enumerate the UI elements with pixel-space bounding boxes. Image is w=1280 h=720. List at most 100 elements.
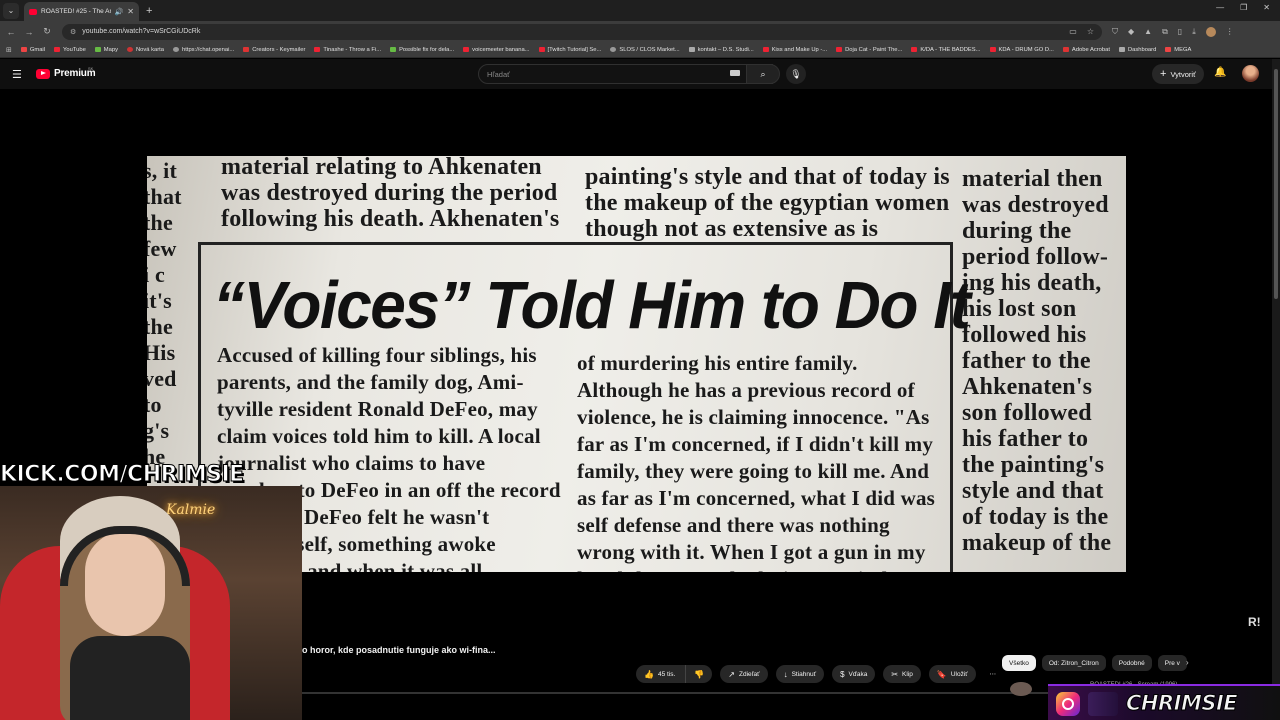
side-panel-icon[interactable]: ▯: [1178, 27, 1182, 36]
youtube-icon: [314, 47, 321, 52]
gmail-icon: [20, 47, 27, 52]
more-menu-icon[interactable]: ⋮: [1226, 27, 1234, 36]
voice-search-button[interactable]: 🎙: [786, 64, 806, 84]
maximize-icon[interactable]: ❐: [1240, 3, 1247, 12]
shield-extension-icon[interactable]: ⛉: [1112, 27, 1118, 37]
like-button[interactable]: 👍 45 tis.: [636, 665, 686, 683]
bookmark-item[interactable]: Tinashe - Throw a Fi...: [314, 47, 381, 53]
create-button[interactable]: + Vytvoriť: [1152, 64, 1204, 84]
bookmark-label: KDA - DRUM GO D...: [998, 46, 1054, 53]
bookmark-icon: 🔖: [936, 669, 947, 679]
channel-watermark-icon[interactable]: R!: [1248, 615, 1261, 629]
chip-related[interactable]: Podobné: [1111, 655, 1152, 671]
dislike-button[interactable]: 👎: [685, 665, 713, 683]
youtube-icon: [54, 47, 61, 52]
search-input[interactable]: Hľadať: [478, 64, 773, 84]
thumbs-up-icon: 👍: [644, 669, 654, 679]
thanks-button[interactable]: $ Vďaka: [832, 665, 876, 683]
puzzle-icon[interactable]: ⧉: [1162, 27, 1168, 37]
forward-icon[interactable]: →: [22, 27, 36, 37]
extension-icon[interactable]: ◆: [1128, 27, 1134, 36]
channel-avatar[interactable]: [1010, 682, 1032, 696]
cast-icon[interactable]: ▭: [1069, 27, 1077, 36]
bottom-divider: [302, 692, 1050, 694]
bookmark-item[interactable]: YouTube: [54, 47, 86, 53]
star-icon[interactable]: ☆: [1087, 27, 1094, 36]
url-text[interactable]: youtube.com/watch?v=wSrCGiUDcRk: [82, 28, 1063, 35]
newspaper-top-left-text: material relating to Ahkenaten was destr…: [221, 156, 560, 232]
browser-tab-strip: ⌄ ROASTED! #25 - The Amity 🔊 ✕ + — ❐ ✕: [0, 0, 1280, 21]
new-tab-button[interactable]: +: [146, 5, 152, 17]
search-button[interactable]: ⌕: [746, 64, 780, 84]
youtube-icon: [836, 47, 843, 52]
keyboard-icon[interactable]: [730, 70, 740, 76]
related-filter-chips: Všetko Od: Zitron_Citron Podobné Pre v: [1002, 655, 1187, 671]
apps-grid-icon[interactable]: ⊞: [6, 46, 12, 54]
more-actions-button[interactable]: ⋯: [984, 665, 1002, 683]
bookmark-item[interactable]: https://chat.openai...: [173, 47, 234, 53]
bookmark-label: kontakt – D.S. Studi...: [697, 46, 754, 53]
scrollbar-thumb[interactable]: [1274, 69, 1278, 299]
speaker-icon[interactable]: 🔊: [115, 8, 124, 16]
download-icon: ↓: [783, 669, 788, 679]
newspaper-left-edge-text: s, it that the few i c it's the His ved …: [147, 158, 182, 469]
bookmark-item[interactable]: Kiss and Make Up -...: [762, 47, 827, 53]
address-bar[interactable]: ⚙ youtube.com/watch?v=wSrCGiUDcRk ▭ ☆: [62, 23, 1102, 40]
thanks-icon: $: [840, 669, 845, 679]
chip-all[interactable]: Všetko: [1002, 655, 1036, 671]
neon-sign: Kalmie: [166, 502, 216, 518]
newspaper-headline: “Voices” Told Him to Do It: [213, 267, 971, 343]
bookmark-item[interactable]: MEGA: [1165, 47, 1191, 53]
chevron-right-icon[interactable]: ›: [1186, 658, 1189, 667]
minimize-icon[interactable]: —: [1216, 3, 1224, 12]
user-avatar[interactable]: [1242, 65, 1259, 82]
profile-avatar[interactable]: [1205, 26, 1216, 37]
tab-search-icon[interactable]: ⌄: [3, 2, 19, 19]
back-icon[interactable]: ←: [4, 27, 18, 37]
clip-button[interactable]: ✂ Klip: [883, 665, 921, 683]
bookmark-item[interactable]: SLOS / CLOS Market...: [610, 46, 680, 53]
bookmark-label: SLOS / CLOS Market...: [619, 46, 680, 53]
page-scrollbar[interactable]: [1272, 59, 1280, 720]
chip-for-you[interactable]: Pre v: [1157, 655, 1187, 671]
close-icon[interactable]: ✕: [127, 7, 134, 16]
reload-icon[interactable]: ↻: [40, 26, 54, 37]
openai-icon: [173, 47, 180, 52]
menu-icon[interactable]: ☰: [12, 68, 22, 81]
notifications-icon[interactable]: 🔔: [1214, 67, 1226, 78]
bookmark-item[interactable]: Mapy: [94, 47, 118, 53]
bookmark-item[interactable]: K/DA - THE BADDES...: [911, 47, 981, 53]
streamer-webcam: Kalmie: [0, 486, 302, 720]
bookmark-item[interactable]: Nová karta: [126, 47, 164, 53]
chrome-icon: [126, 47, 133, 52]
search-icon: ⌕: [760, 68, 766, 79]
bookmark-item[interactable]: Creators - Keymailer: [243, 47, 305, 53]
thumbs-down-icon: 👎: [694, 669, 705, 679]
bookmark-item[interactable]: Doja Cat - Paint The...: [836, 47, 902, 53]
bookmarks-bar: ⊞ Gmail YouTube Mapy Nová karta https://chat…: [0, 42, 1280, 58]
youtube-icon: [989, 47, 996, 52]
browser-tab[interactable]: ROASTED! #25 - The Amity 🔊 ✕: [24, 2, 139, 21]
bookmark-label: Creators - Keymailer: [252, 46, 306, 53]
mic-icon: 🎙: [790, 68, 802, 79]
youtube-icon: [911, 47, 918, 52]
bookmark-item[interactable]: Possible fix for dela...: [390, 47, 454, 53]
chip-from-channel[interactable]: Od: Zitron_Citron: [1041, 655, 1106, 671]
bookmark-item[interactable]: Gmail: [20, 47, 45, 53]
site-info-icon[interactable]: ⚙: [70, 28, 76, 36]
share-button[interactable]: ↗ Zdieľať: [720, 665, 768, 683]
bookmark-item[interactable]: [Twitch Tutorial] Se...: [538, 47, 601, 53]
download-icon[interactable]: ⤓: [1192, 27, 1196, 37]
thanks-label: Vďaka: [848, 670, 868, 678]
window-close-icon[interactable]: ✕: [1263, 3, 1270, 12]
download-button[interactable]: ↓ Stiahnuť: [775, 665, 825, 683]
save-button[interactable]: 🔖 Uložiť: [928, 665, 976, 683]
youtube-logo[interactable]: Premium: [36, 68, 96, 79]
bookmark-item[interactable]: Dashboard: [1118, 47, 1156, 53]
share-label: Zdieľať: [738, 670, 760, 678]
bookmark-item[interactable]: voicemeeter banana...: [463, 47, 530, 53]
bookmark-item[interactable]: Adobe Acrobat: [1062, 47, 1110, 53]
bookmark-item[interactable]: kontakt – D.S. Studi...: [688, 46, 754, 53]
bookmark-item[interactable]: KDA - DRUM GO D...: [989, 46, 1054, 53]
vpn-icon[interactable]: ▲: [1144, 27, 1152, 36]
